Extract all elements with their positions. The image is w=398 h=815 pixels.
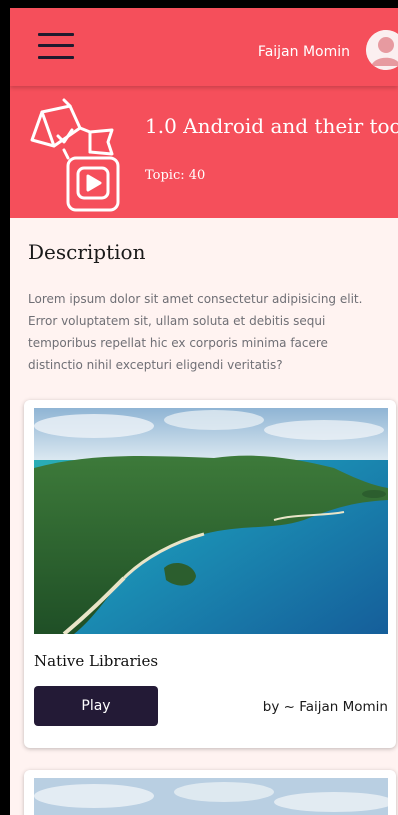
lesson-card[interactable]: Native Libraries Play by ~ Faijan Momin <box>24 400 396 748</box>
lesson-title: Native Libraries <box>34 652 159 670</box>
description-text: Lorem ipsum dolor sit amet consectetur a… <box>28 292 363 372</box>
top-app-bar: Faijan Momin <box>10 8 398 86</box>
app-screen: Faijan Momin 1.0 Android and their tools… <box>10 8 398 815</box>
course-header: 1.0 Android and their tools Topic: 40 <box>10 86 398 218</box>
user-name: Faijan Momin <box>257 44 350 60</box>
user-avatar-icon[interactable] <box>366 30 398 70</box>
lesson-thumbnail-image[interactable] <box>34 408 388 634</box>
course-title: 1.0 Android and their tools <box>145 114 398 138</box>
graduation-cap-video-icon <box>24 98 124 214</box>
lesson-author: by ~ Faijan Momin <box>262 699 388 715</box>
course-topic-count: Topic: 40 <box>145 168 206 183</box>
description-heading: Description <box>28 240 146 264</box>
lesson-thumbnail-image[interactable] <box>34 778 388 815</box>
lesson-card[interactable] <box>24 770 396 815</box>
hamburger-menu-icon[interactable] <box>38 28 74 64</box>
play-button[interactable]: Play <box>34 686 158 726</box>
